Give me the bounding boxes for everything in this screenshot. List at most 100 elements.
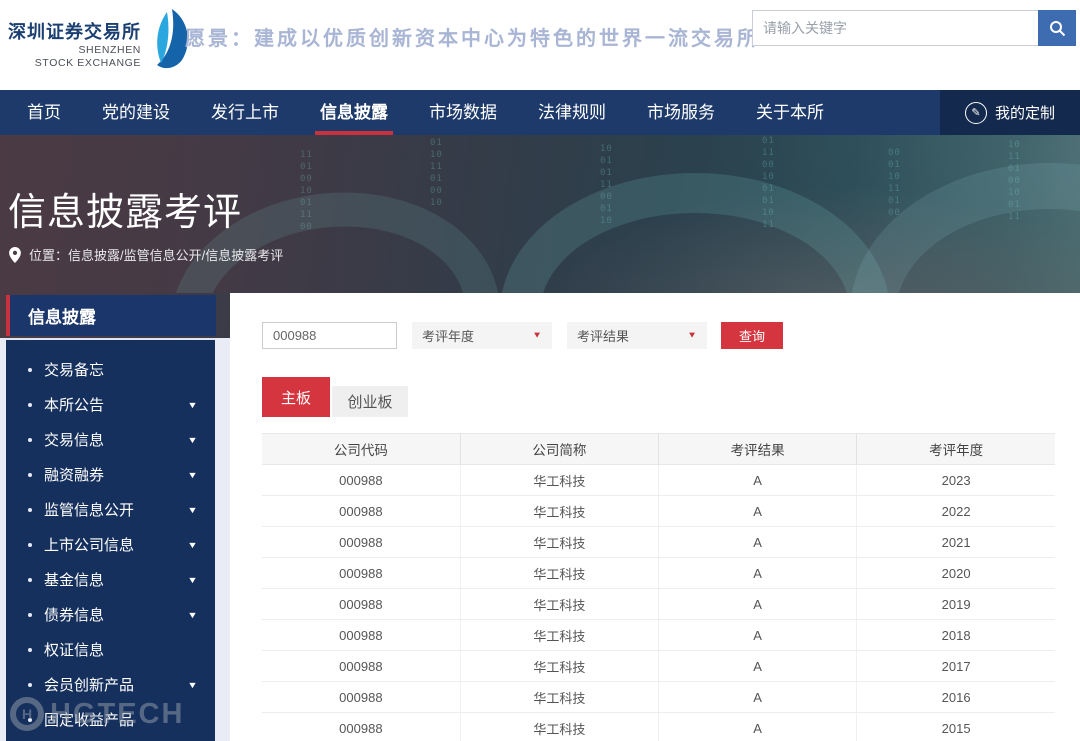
main-content: 考评年度 ▼ 考评结果 ▼ 查询 主板创业板 公司代码公司简称考评结果考评年度 …	[230, 293, 1080, 741]
table-cell: 000988	[262, 589, 460, 620]
table-row[interactable]: 000988华工科技A2021	[262, 527, 1055, 558]
table-cell: A	[659, 589, 857, 620]
sidebar-item-label: 固定收益产品	[44, 709, 134, 730]
location-pin-icon	[9, 247, 21, 263]
chevron-down-icon: ▼	[687, 331, 697, 340]
sidebar-item[interactable]: 监管信息公开▼	[6, 492, 215, 527]
my-customization-label: 我的定制	[995, 102, 1055, 123]
sidebar-item[interactable]: 债券信息▼	[6, 597, 215, 632]
table-cell: 华工科技	[460, 682, 658, 713]
table-row[interactable]: 000988华工科技A2019	[262, 589, 1055, 620]
binary-column-decoration: 01 10 11 01 00 10	[430, 137, 443, 209]
table-cell: A	[659, 558, 857, 589]
logo-cn-name: 深圳证券交易所	[8, 22, 141, 44]
chevron-down-icon: ▼	[187, 540, 198, 550]
search-button[interactable]	[1038, 10, 1076, 46]
sidebar-item[interactable]: 交易备忘	[6, 352, 215, 387]
table-row[interactable]: 000988华工科技A2016	[262, 682, 1055, 713]
banner-arc-decoration	[500, 173, 890, 293]
table-cell: 2021	[857, 527, 1055, 558]
nav-items: 首页党的建设发行上市信息披露市场数据法律规则市场服务关于本所	[27, 90, 865, 135]
chevron-down-icon: ▼	[187, 400, 198, 410]
table-cell: 华工科技	[460, 558, 658, 589]
evaluation-result-select[interactable]: 考评结果 ▼	[567, 322, 707, 349]
site-search	[752, 10, 1076, 46]
nav-item[interactable]: 首页	[27, 90, 61, 135]
evaluation-results-table: 公司代码公司简称考评结果考评年度 000988华工科技A2023000988华工…	[262, 433, 1055, 741]
column-header: 考评年度	[857, 434, 1055, 465]
breadcrumb-text: 位置：信息披露/监管信息公开/信息披露考评	[29, 245, 283, 264]
sidebar-item[interactable]: 固定收益产品	[6, 702, 215, 737]
sidebar-item[interactable]: 融资融券▼	[6, 457, 215, 492]
site-header: 深圳证券交易所 SHENZHEN STOCK EXCHANGE 愿景：建成以优质…	[0, 0, 1080, 90]
stock-code-input[interactable]	[262, 322, 397, 349]
bullet-dot-icon	[28, 718, 32, 722]
chevron-down-icon: ▼	[187, 575, 198, 585]
filter-row: 考评年度 ▼ 考评结果 ▼ 查询	[262, 322, 1080, 349]
table-cell: 000988	[262, 682, 460, 713]
tab-active[interactable]: 主板	[262, 377, 330, 417]
sidebar-item[interactable]: 本所公告▼	[6, 387, 215, 422]
tab-inactive[interactable]: 创业板	[332, 386, 408, 417]
sidebar-item[interactable]: 基金信息▼	[6, 562, 215, 597]
bullet-dot-icon	[28, 438, 32, 442]
table-cell: 000988	[262, 527, 460, 558]
nav-item[interactable]: 市场服务	[647, 90, 715, 135]
table-cell: 华工科技	[460, 496, 658, 527]
sidebar-item[interactable]: 权证信息	[6, 632, 215, 667]
table-cell: 华工科技	[460, 620, 658, 651]
table-row[interactable]: 000988华工科技A2018	[262, 620, 1055, 651]
nav-item[interactable]: 党的建设	[102, 90, 170, 135]
bullet-dot-icon	[28, 368, 32, 372]
table-cell: 2015	[857, 713, 1055, 741]
board-tabs: 主板创业板	[262, 377, 1080, 417]
table-cell: 华工科技	[460, 527, 658, 558]
sidebar-item-label: 上市公司信息	[44, 534, 134, 555]
chevron-down-icon: ▼	[187, 610, 198, 620]
search-input[interactable]	[752, 10, 1038, 46]
table-cell: 2020	[857, 558, 1055, 589]
evaluation-year-select[interactable]: 考评年度 ▼	[412, 322, 552, 349]
banner-arc-decoration	[850, 163, 1080, 293]
table-cell: A	[659, 620, 857, 651]
binary-column-decoration: 00 01 10 11 01 00	[888, 147, 901, 219]
table-cell: A	[659, 713, 857, 741]
table-row[interactable]: 000988华工科技A2023	[262, 465, 1055, 496]
chevron-down-icon: ▼	[187, 505, 198, 515]
breadcrumb: 位置：信息披露/监管信息公开/信息披露考评	[9, 245, 283, 264]
table-row[interactable]: 000988华工科技A2015	[262, 713, 1055, 741]
query-button[interactable]: 查询	[721, 322, 783, 349]
table-cell: 000988	[262, 713, 460, 741]
sidebar-item[interactable]: 交易信息 ▼	[6, 422, 215, 457]
main-nav: 首页党的建设发行上市信息披露市场数据法律规则市场服务关于本所 ✎ 我的定制	[0, 90, 1080, 135]
logo-en-name-line2: STOCK EXCHANGE	[8, 57, 141, 70]
table-cell: A	[659, 527, 857, 558]
nav-item[interactable]: 关于本所	[756, 90, 824, 135]
nav-item[interactable]: 市场数据	[429, 90, 497, 135]
table-cell: 000988	[262, 558, 460, 589]
nav-item[interactable]: 法律规则	[538, 90, 606, 135]
table-row[interactable]: 000988华工科技A2022	[262, 496, 1055, 527]
bullet-dot-icon	[28, 508, 32, 512]
sidebar-item[interactable]: 会员创新产品▼	[6, 667, 215, 702]
page-title: 信息披露考评	[8, 181, 242, 236]
table-row[interactable]: 000988华工科技A2020	[262, 558, 1055, 589]
bullet-dot-icon	[28, 403, 32, 407]
table-cell: 000988	[262, 465, 460, 496]
sidebar-item[interactable]: 上市公司信息 ▼	[6, 527, 215, 562]
page-body: 信息披露 交易备忘本所公告▼交易信息▼融资融券▼监管信息公开▼上市公司信息▼基金…	[0, 293, 1080, 741]
sidebar-item-label: 会员创新产品	[44, 674, 134, 695]
sidebar-title: 信息披露	[6, 295, 216, 336]
szse-logo[interactable]: 深圳证券交易所 SHENZHEN STOCK EXCHANGE	[8, 8, 192, 72]
table-row[interactable]: 000988华工科技A2017	[262, 651, 1055, 682]
chevron-down-icon: ▼	[187, 435, 198, 445]
nav-item[interactable]: 信息披露	[320, 90, 388, 135]
sidebar-item-label: 权证信息	[44, 639, 104, 660]
evaluation-result-select-value: 考评结果	[577, 326, 629, 345]
table-cell: 000988	[262, 620, 460, 651]
table-cell: A	[659, 496, 857, 527]
table-cell: 2018	[857, 620, 1055, 651]
my-customization-button[interactable]: ✎ 我的定制	[940, 90, 1080, 135]
sidebar-item-label: 交易信息	[44, 429, 104, 450]
nav-item[interactable]: 发行上市	[211, 90, 279, 135]
